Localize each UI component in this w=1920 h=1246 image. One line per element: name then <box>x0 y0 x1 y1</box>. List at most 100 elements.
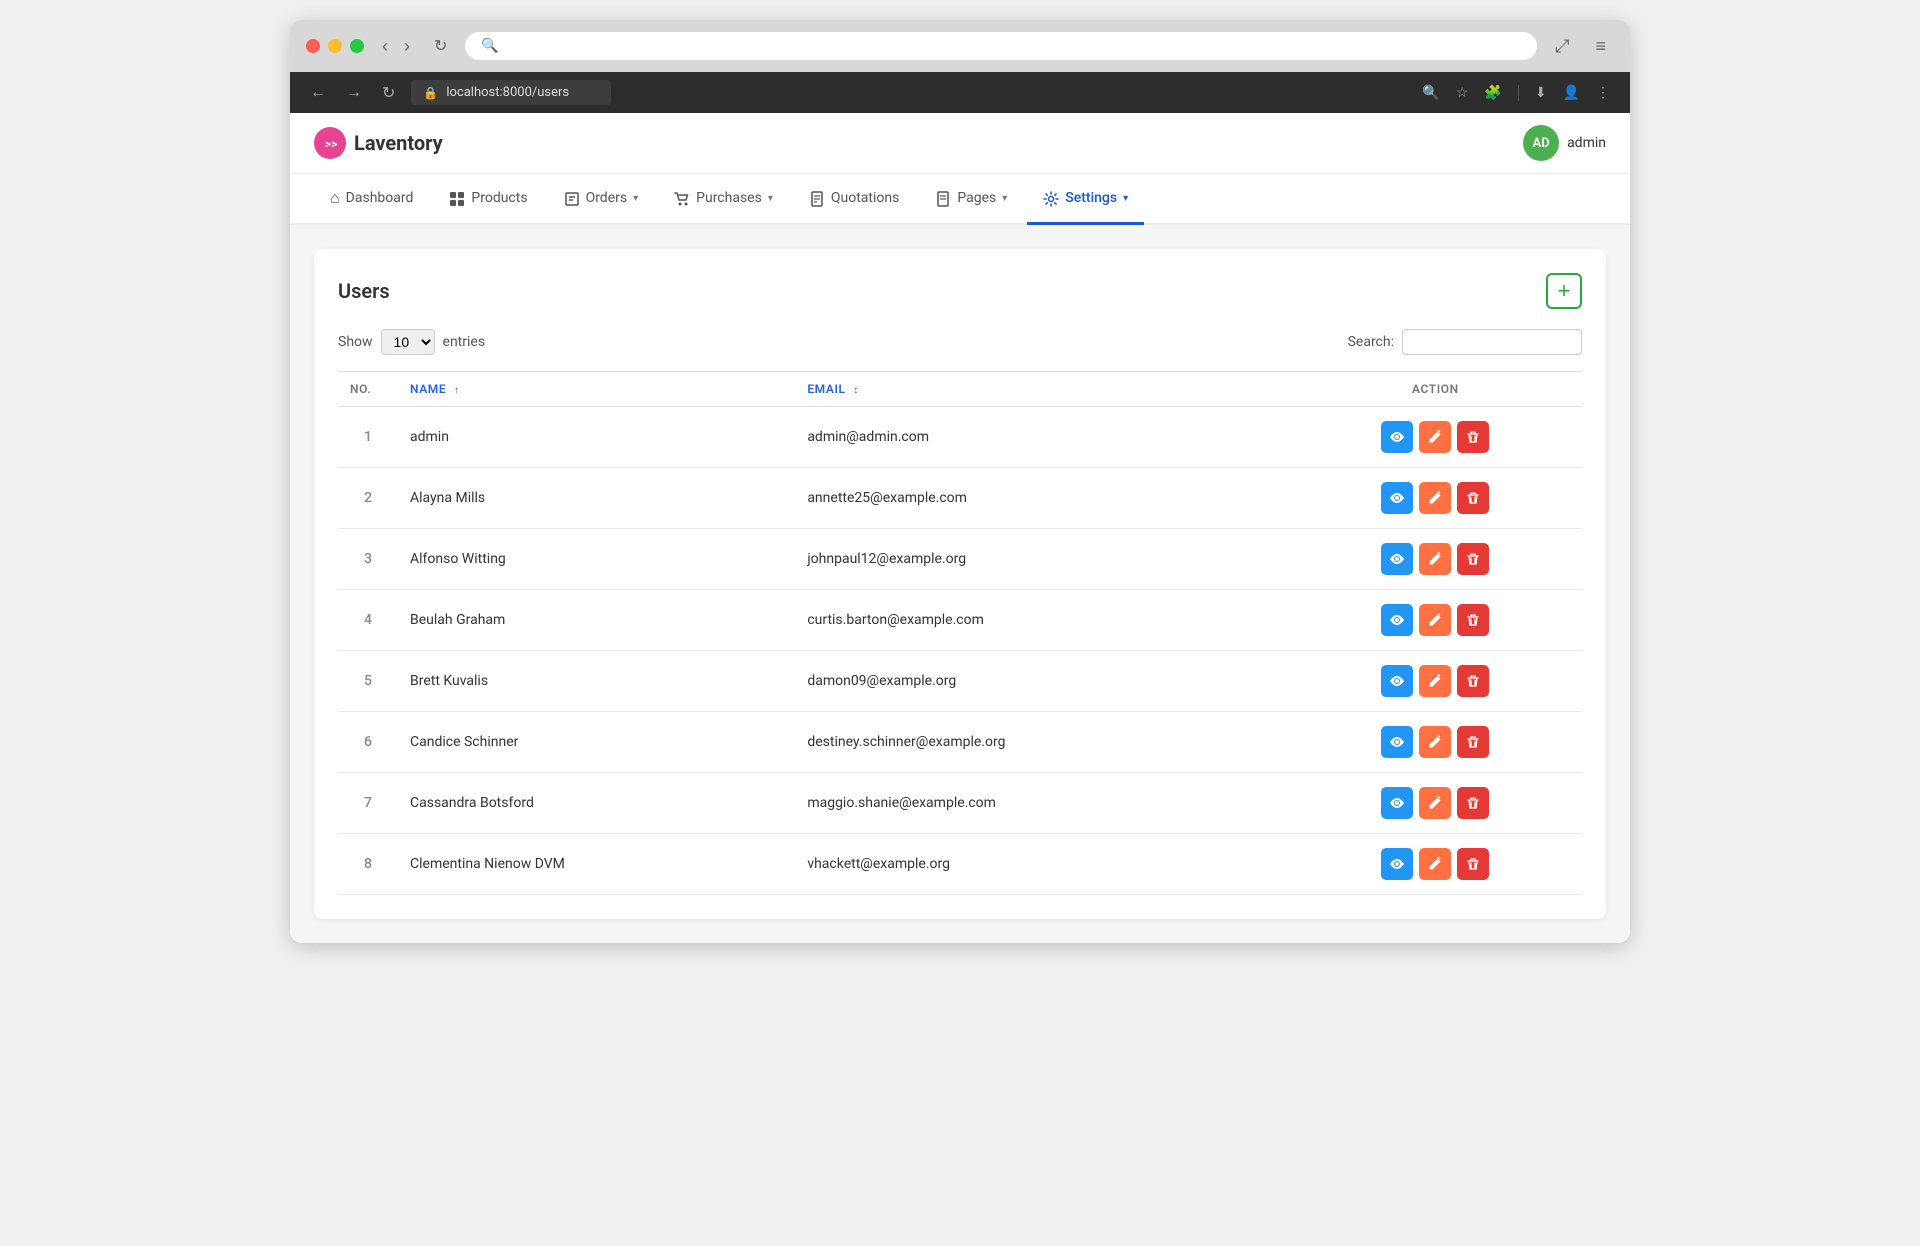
view-button[interactable] <box>1381 482 1413 514</box>
nav-label-dashboard: Dashboard <box>346 190 414 206</box>
cell-no: 2 <box>338 468 398 529</box>
browser-back-button[interactable]: ‹ <box>376 34 394 59</box>
cell-no: 7 <box>338 773 398 834</box>
entries-select[interactable]: 10 25 50 <box>381 329 435 355</box>
action-buttons <box>1301 604 1570 636</box>
logo-icon: >> <box>314 127 346 159</box>
profile-icon[interactable]: 👤 <box>1559 82 1584 103</box>
table-row: 4Beulah Grahamcurtis.barton@example.com <box>338 590 1582 651</box>
cell-email: maggio.shanie@example.com <box>795 773 1288 834</box>
col-header-email[interactable]: EMAIL ↕ <box>795 372 1288 407</box>
browser-titlebar: ‹ › ↻ 🔍 ⤢ ≡ <box>290 20 1630 72</box>
nav-item-dashboard[interactable]: ⌂ Dashboard <box>314 174 429 225</box>
cell-email: damon09@example.org <box>795 651 1288 712</box>
edit-button[interactable] <box>1419 482 1451 514</box>
search-input[interactable] <box>1402 329 1582 355</box>
table-row: 2Alayna Millsannette25@example.com <box>338 468 1582 529</box>
add-user-button[interactable]: + <box>1546 273 1582 309</box>
action-buttons <box>1301 543 1570 575</box>
cell-name: Clementina Nienow DVM <box>398 834 795 895</box>
table-row: 1adminadmin@admin.com <box>338 407 1582 468</box>
view-button[interactable] <box>1381 848 1413 880</box>
close-window-button[interactable] <box>306 39 320 53</box>
nav-item-quotations[interactable]: Quotations <box>793 175 915 225</box>
cell-email: johnpaul12@example.org <box>795 529 1288 590</box>
nav-item-pages[interactable]: Pages ▾ <box>919 175 1023 225</box>
page-title: Users <box>338 279 390 303</box>
minimize-window-button[interactable] <box>328 39 342 53</box>
delete-button[interactable] <box>1457 421 1489 453</box>
nav-item-products[interactable]: Products <box>433 175 543 225</box>
cell-action <box>1289 468 1582 529</box>
delete-button[interactable] <box>1457 787 1489 819</box>
delete-button[interactable] <box>1457 543 1489 575</box>
address-bar[interactable]: 🔒 localhost:8000/users <box>411 80 611 105</box>
browser-menu-button[interactable]: ≡ <box>1587 34 1614 59</box>
logo-area: >> Laventory <box>314 127 443 159</box>
browser-options-button[interactable]: ⋮ <box>1592 82 1614 103</box>
nav-item-settings[interactable]: Settings ▾ <box>1027 175 1144 225</box>
nav-item-orders[interactable]: Orders ▾ <box>548 175 655 225</box>
pages-dropdown-icon: ▾ <box>1002 193 1007 204</box>
edit-button[interactable] <box>1419 604 1451 636</box>
zoom-icon[interactable]: 🔍 <box>1418 82 1443 103</box>
edit-button[interactable] <box>1419 421 1451 453</box>
browser-window: ‹ › ↻ 🔍 ⤢ ≡ ← → ↻ 🔒 localhost:8000/users… <box>290 20 1630 943</box>
nav-item-purchases[interactable]: Purchases ▾ <box>658 175 789 225</box>
cell-email: admin@admin.com <box>795 407 1288 468</box>
name-sort-icon: ↑ <box>454 385 460 396</box>
cell-action <box>1289 529 1582 590</box>
view-button[interactable] <box>1381 665 1413 697</box>
maximize-window-button[interactable] <box>350 39 364 53</box>
view-button[interactable] <box>1381 726 1413 758</box>
purchases-icon <box>674 189 690 208</box>
cell-email: vhackett@example.org <box>795 834 1288 895</box>
browser-expand-button[interactable]: ⤢ <box>1549 34 1575 59</box>
table-row: 8Clementina Nienow DVMvhackett@example.o… <box>338 834 1582 895</box>
table-row: 5Brett Kuvalisdamon09@example.org <box>338 651 1582 712</box>
users-table: NO. NAME ↑ EMAIL ↕ ACTION <box>338 371 1582 895</box>
orders-icon <box>564 189 580 208</box>
settings-icon <box>1043 189 1059 208</box>
cell-action <box>1289 407 1582 468</box>
svg-text:>>: >> <box>325 137 337 151</box>
edit-button[interactable] <box>1419 848 1451 880</box>
titlebar-url-bar[interactable]: 🔍 <box>465 32 1537 60</box>
view-button[interactable] <box>1381 787 1413 819</box>
addr-back-button[interactable]: ← <box>306 82 330 104</box>
action-buttons <box>1301 787 1570 819</box>
cell-no: 8 <box>338 834 398 895</box>
col-header-name[interactable]: NAME ↑ <box>398 372 795 407</box>
view-button[interactable] <box>1381 543 1413 575</box>
browser-forward-button[interactable]: › <box>398 34 416 59</box>
delete-button[interactable] <box>1457 604 1489 636</box>
extensions-icon[interactable]: 🧩 <box>1480 82 1505 103</box>
delete-button[interactable] <box>1457 848 1489 880</box>
edit-button[interactable] <box>1419 787 1451 819</box>
edit-button[interactable] <box>1419 543 1451 575</box>
delete-button[interactable] <box>1457 726 1489 758</box>
browser-nav-arrows: ‹ › <box>376 34 416 59</box>
edit-button[interactable] <box>1419 665 1451 697</box>
col-header-action: ACTION <box>1289 372 1582 407</box>
cell-name: Alfonso Witting <box>398 529 795 590</box>
user-area: AD admin <box>1523 125 1606 161</box>
show-entries-control: Show 10 25 50 entries <box>338 329 485 355</box>
edit-button[interactable] <box>1419 726 1451 758</box>
browser-refresh-button[interactable]: ↻ <box>428 34 453 58</box>
delete-button[interactable] <box>1457 482 1489 514</box>
cell-no: 5 <box>338 651 398 712</box>
products-icon <box>449 189 465 208</box>
download-icon[interactable]: ⬇ <box>1531 82 1551 103</box>
cell-no: 4 <box>338 590 398 651</box>
cell-email: curtis.barton@example.com <box>795 590 1288 651</box>
action-buttons <box>1301 726 1570 758</box>
app-header: >> Laventory AD admin <box>290 113 1630 174</box>
view-button[interactable] <box>1381 604 1413 636</box>
cell-no: 1 <box>338 407 398 468</box>
bookmark-icon[interactable]: ☆ <box>1452 82 1473 103</box>
view-button[interactable] <box>1381 421 1413 453</box>
addr-refresh-button[interactable]: ↻ <box>378 81 399 105</box>
delete-button[interactable] <box>1457 665 1489 697</box>
addr-forward-button[interactable]: → <box>342 82 366 104</box>
